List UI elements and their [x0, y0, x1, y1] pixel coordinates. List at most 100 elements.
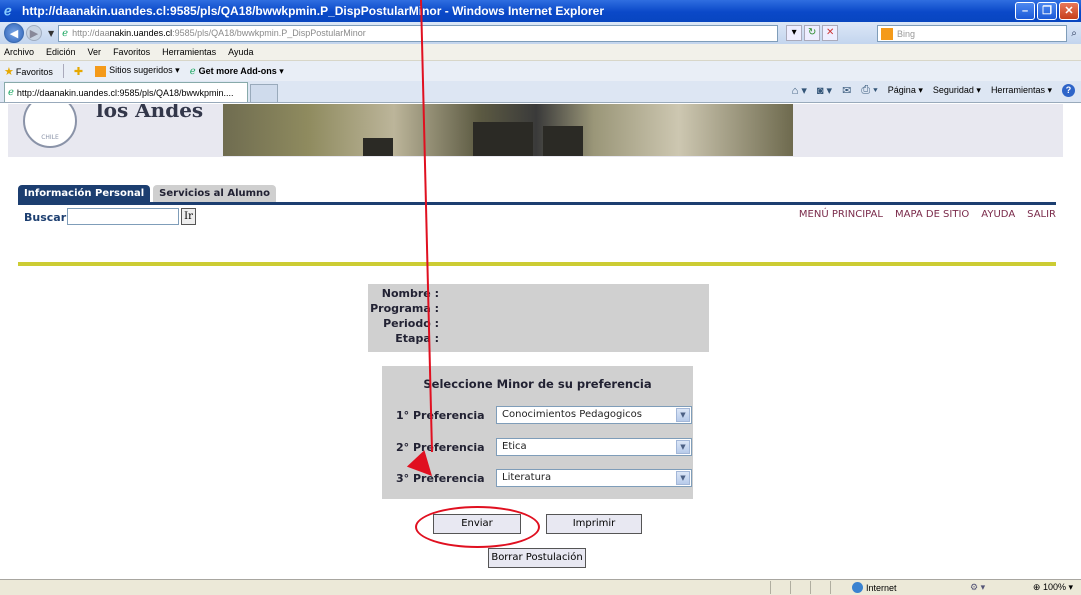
preference-1-select[interactable]: Conocimientos Pedagogicos ▼	[496, 406, 692, 424]
menu-favoritos[interactable]: Favoritos	[113, 47, 150, 57]
preference-2-select[interactable]: Etica ▼	[496, 438, 692, 456]
url-prefix: http://daa	[72, 28, 110, 38]
chevron-down-icon[interactable]: ▼	[676, 408, 690, 422]
site-nav-tabs: Información Personal Servicios al Alumno	[18, 185, 277, 202]
history-dropdown-icon[interactable]: ▼	[48, 29, 54, 38]
zoom-level: 100%	[1042, 582, 1066, 592]
tab-servicios-alumno[interactable]: Servicios al Alumno	[153, 185, 277, 202]
search-box[interactable]: Bing	[877, 25, 1067, 42]
browser-tab-title: http://daanakin.uandes.cl:9585/pls/QA18/…	[16, 87, 234, 98]
address-bar: ◀ ▶ ▼ ℯ http://daa nakin.uandes.cl:9585/p…	[0, 22, 1081, 44]
preference-1-value: Conocimientos Pedagogicos	[502, 409, 642, 420]
chevron-down-icon[interactable]: ▼	[676, 471, 690, 485]
menu-archivo[interactable]: Archivo	[4, 47, 34, 57]
chevron-down-icon[interactable]: ▼	[676, 440, 690, 454]
student-info-box: Nombre : Programa : Periodo : Etapa :	[368, 284, 709, 352]
preference-3-value: Literatura	[502, 472, 552, 483]
menu-herramientas[interactable]: Herramientas	[162, 47, 216, 57]
link-menu-principal[interactable]: MENÚ PRINCIPAL	[799, 209, 883, 220]
status-bar: Internet ⚙ ▾ ⊕ 100% ▾	[0, 579, 1081, 595]
menu-ayuda[interactable]: Ayuda	[228, 47, 253, 57]
favorites-button[interactable]: ★ Favoritos	[4, 65, 53, 78]
preference-2-value: Etica	[502, 441, 527, 452]
security-menu[interactable]: Seguridad ▾	[933, 85, 981, 96]
suggested-sites-label: Sitios sugeridos	[109, 65, 173, 76]
page-icon: ℯ	[62, 27, 69, 39]
addons-icon: ℯ	[189, 65, 196, 77]
print-button[interactable]: Imprimir	[546, 514, 642, 534]
favorites-label: Favoritos	[15, 66, 53, 77]
page-menu-label: Página	[887, 85, 916, 95]
window-title: http://daanakin.uandes.cl:9585/pls/QA18/…	[22, 4, 604, 18]
minimize-icon[interactable]: –	[1015, 2, 1035, 20]
close-icon[interactable]: ✕	[1059, 2, 1079, 20]
favorites-bar: ★ Favoritos ✚ Sitios sugeridos ▾ ℯ Get mor…	[0, 61, 1081, 81]
menu-bar: Archivo Edición Ver Favoritos Herramient…	[0, 44, 1081, 61]
home-icon[interactable]: ⌂ ▾	[792, 84, 807, 97]
zoom-icon: ⊕	[1032, 582, 1041, 592]
get-addons-label: Get more Add-ons	[198, 65, 277, 76]
url-path: :9585/pls/QA18/bwwkpmin.P_DispPostularMi…	[172, 28, 366, 38]
status-separator	[810, 581, 811, 594]
site-brand: los Andes	[96, 104, 204, 122]
ie-icon: ℯ	[4, 3, 12, 18]
url-host: nakin.uandes.cl	[109, 28, 173, 38]
url-dropdown-icon[interactable]: ▾	[786, 25, 803, 41]
top-links: MENÚ PRINCIPAL MAPA DE SITIO AYUDA SALIR	[799, 209, 1056, 220]
link-salir[interactable]: SALIR	[1027, 209, 1056, 220]
address-tools: ▾ ↻ ✕	[786, 25, 839, 41]
get-addons[interactable]: ℯ Get more Add-ons ▾	[190, 66, 284, 77]
send-button[interactable]: Enviar	[433, 514, 521, 534]
suggested-sites[interactable]: Sitios sugeridos ▾	[95, 65, 180, 77]
new-tab-button[interactable]	[250, 84, 278, 102]
browser-tab[interactable]: ℯ http://daanakin.uandes.cl:9585/pls/QA1…	[4, 82, 248, 102]
window-title-bar: ℯ http://daanakin.uandes.cl:9585/pls/QA1…	[0, 0, 1081, 22]
site-search-input[interactable]	[67, 208, 179, 225]
add-favorite-icon[interactable]: ✚	[74, 65, 83, 78]
status-separator	[830, 581, 831, 594]
refresh-icon[interactable]: ↻	[804, 25, 821, 41]
restore-icon[interactable]: ❐	[1037, 2, 1057, 20]
print-icon[interactable]: ⎙ ▾	[861, 84, 877, 97]
preference-3-select[interactable]: Literatura ▼	[496, 469, 692, 487]
preference-1-label: 1° Preferencia	[396, 408, 485, 422]
tools-menu[interactable]: Herramientas ▾	[991, 85, 1052, 96]
url-input[interactable]: ℯ http://daa nakin.uandes.cl:9585/pls/QA1…	[58, 24, 779, 42]
menu-ver[interactable]: Ver	[88, 47, 102, 57]
tab-informacion-personal[interactable]: Información Personal	[18, 185, 151, 202]
info-labels: Nombre : Programa : Periodo : Etapa :	[370, 286, 439, 346]
help-icon[interactable]: ?	[1062, 84, 1075, 97]
status-separator	[770, 581, 771, 594]
back-icon[interactable]: ◀	[4, 23, 24, 43]
link-mapa-sitio[interactable]: MAPA DE SITIO	[895, 209, 969, 220]
window-controls: – ❐ ✕	[1015, 2, 1079, 20]
preference-3-label: 3° Preferencia	[396, 471, 485, 485]
mail-icon[interactable]: ✉	[842, 84, 851, 97]
site-search-button[interactable]: Ir	[181, 208, 196, 225]
bing-icon	[881, 27, 893, 40]
protected-mode-icon[interactable]: ⚙ ▾	[970, 582, 985, 593]
site-banner: CHILE los Andes	[8, 104, 1063, 157]
security-zone[interactable]: Internet	[852, 582, 897, 593]
feeds-icon[interactable]: ◙ ▾	[817, 84, 832, 97]
delete-application-button[interactable]: Borrar Postulación	[488, 548, 586, 568]
globe-icon	[852, 582, 863, 593]
page-menu[interactable]: Página ▾	[888, 85, 923, 96]
label-etapa: Etapa :	[395, 332, 439, 345]
gold-rule	[18, 262, 1056, 266]
menu-edicion[interactable]: Edición	[46, 47, 76, 57]
preference-row-3: 3° Preferencia Literatura ▼	[396, 469, 692, 487]
tab-page-icon: ℯ	[8, 87, 14, 98]
link-ayuda[interactable]: AYUDA	[981, 209, 1015, 220]
forward-icon[interactable]: ▶	[26, 25, 42, 41]
zoom-control[interactable]: ⊕ 100% ▾	[1033, 582, 1073, 593]
suggested-sites-icon	[95, 65, 107, 77]
tools-menu-label: Herramientas	[990, 85, 1045, 95]
preference-row-1: 1° Preferencia Conocimientos Pedagogicos…	[396, 406, 692, 424]
university-seal-icon: CHILE	[23, 104, 77, 148]
search-icon[interactable]: ⌕	[1067, 25, 1081, 42]
stop-icon[interactable]: ✕	[822, 25, 839, 41]
minor-selection-box: Seleccione Minor de su preferencia 1° Pr…	[382, 366, 693, 499]
label-periodo: Periodo :	[383, 317, 439, 330]
preference-row-2: 2° Preferencia Etica ▼	[396, 438, 692, 456]
